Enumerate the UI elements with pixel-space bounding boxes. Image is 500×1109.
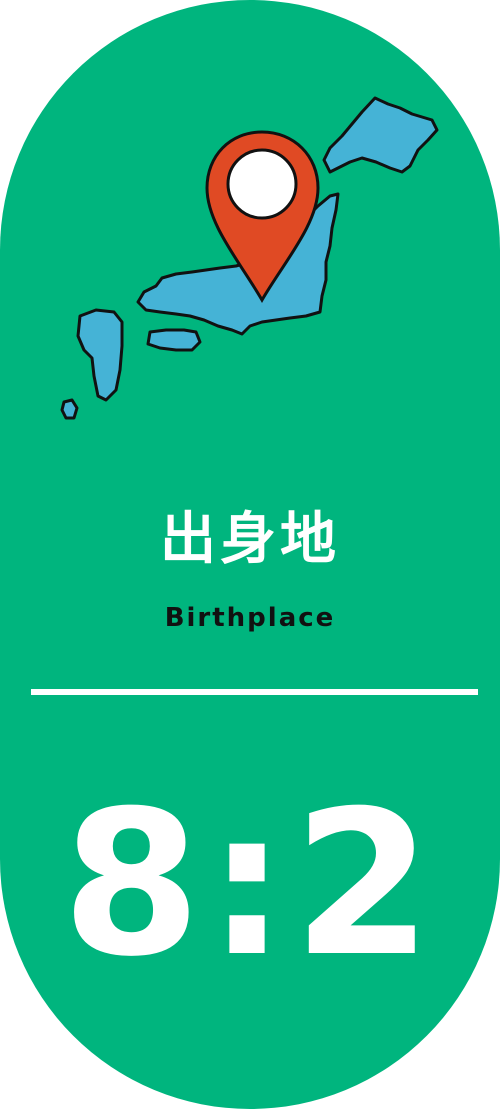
birthplace-card: 出身地 Birthplace 8:2 (0, 0, 500, 1109)
japan-map-icon (60, 96, 439, 420)
card-title: 出身地 (160, 507, 340, 572)
ratio-value: 8:2 (61, 768, 439, 1001)
divider (31, 689, 478, 695)
card-subtitle: Birthplace (164, 603, 336, 633)
